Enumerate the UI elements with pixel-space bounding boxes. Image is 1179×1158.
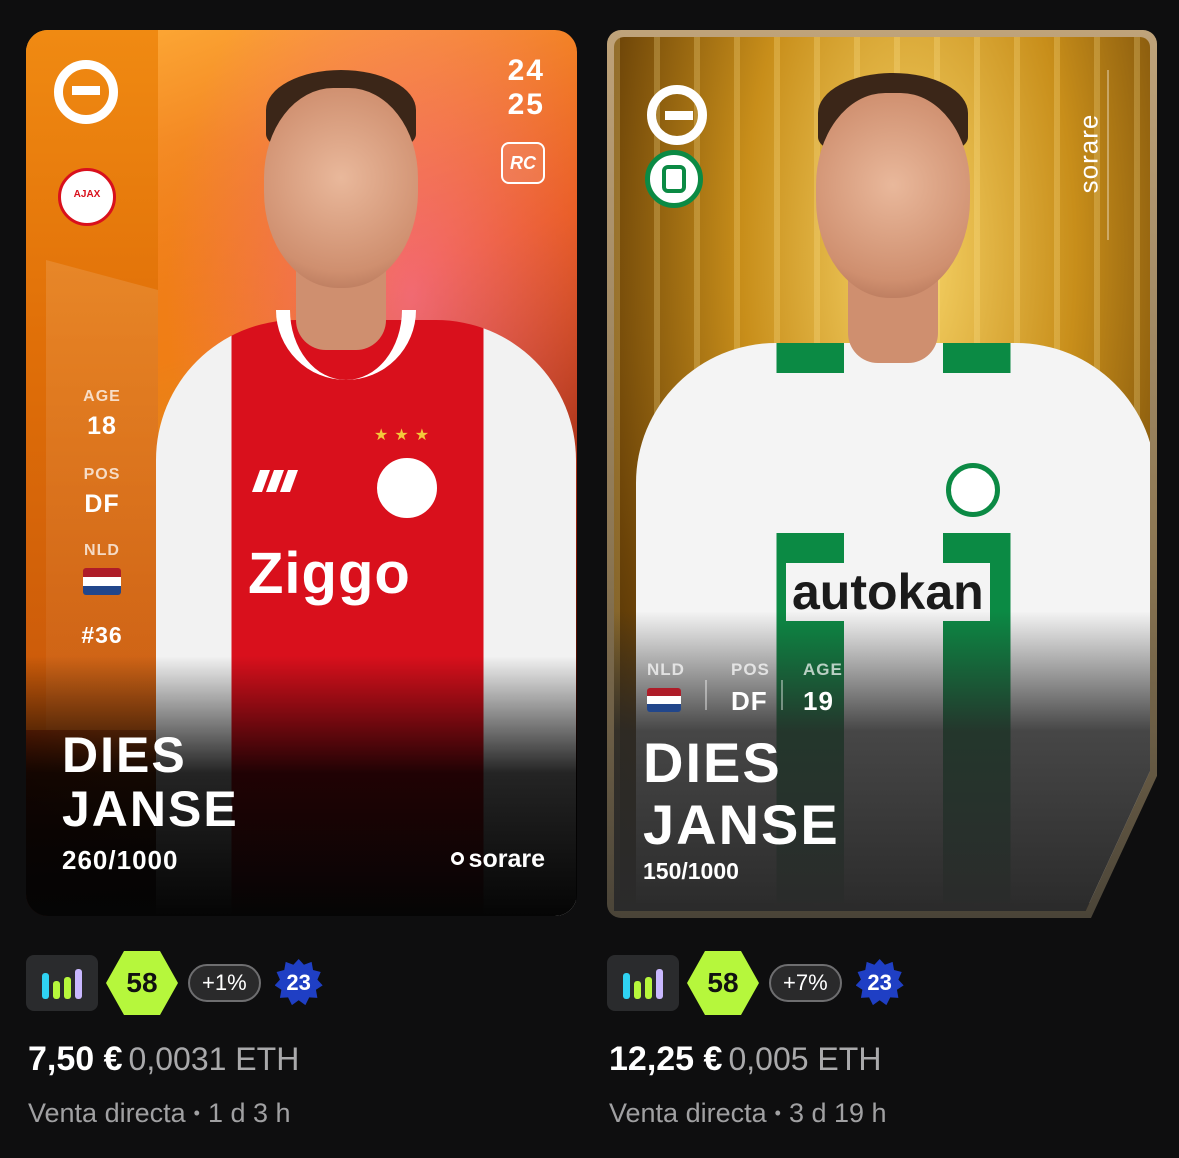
player-name: DIES JANSE bbox=[62, 730, 239, 838]
player-first-name: DIES bbox=[62, 727, 187, 783]
player-card[interactable]: autokan sorare NLD POS DF AGE 19 DIES JA… bbox=[607, 30, 1157, 918]
position-stat: POS DF bbox=[26, 466, 178, 519]
score-badge: 58 bbox=[687, 951, 759, 1015]
ajax-crest-icon bbox=[374, 455, 440, 521]
price-eur: 7,50 € bbox=[28, 1040, 123, 1078]
card-serial: 150/1000 bbox=[643, 858, 739, 884]
jersey-sponsor: Ziggo bbox=[248, 541, 411, 606]
position-value: DF bbox=[731, 686, 768, 716]
time-left: 3 d 19 h bbox=[788, 1098, 887, 1128]
age-label: AGE bbox=[83, 388, 121, 405]
club-badge-text: AJAX bbox=[73, 189, 101, 200]
performance-bars-icon[interactable] bbox=[26, 955, 98, 1011]
shirt-number-value: #36 bbox=[81, 622, 123, 648]
level-badge-icon: 23 bbox=[856, 959, 904, 1007]
card-serial: 260/1000 bbox=[62, 845, 179, 875]
season-top: 24 bbox=[507, 54, 545, 87]
price: 7,50 €0,0031 ETH bbox=[28, 1040, 299, 1079]
time-left: 1 d 3 h bbox=[207, 1098, 291, 1128]
netherlands-flag-icon bbox=[647, 688, 681, 712]
position-label: POS bbox=[731, 660, 770, 679]
performance-bars-icon[interactable] bbox=[607, 955, 679, 1011]
sale-type: Venta directa bbox=[609, 1098, 767, 1128]
price-eur: 12,25 € bbox=[609, 1040, 723, 1078]
club-badge-icon: AJAX bbox=[58, 168, 116, 226]
sale-info: Venta directa • 3 d 19 h bbox=[609, 1098, 887, 1129]
player-last-name: JANSE bbox=[62, 781, 239, 837]
player-head bbox=[816, 93, 970, 298]
sorare-brand-text: sorare bbox=[468, 845, 545, 873]
level-value: 23 bbox=[867, 970, 892, 995]
club-badge-icon bbox=[645, 150, 703, 208]
level-badge-icon: 23 bbox=[275, 959, 323, 1007]
nationality-stat: NLD bbox=[647, 660, 685, 717]
score-delta: +7% bbox=[769, 964, 842, 1002]
stat-divider bbox=[705, 680, 707, 710]
listing-card-1[interactable]: ★★★ Ziggo AJAX 24 25 RC AGE 18 POS DF NL… bbox=[26, 0, 586, 1158]
jersey-top bbox=[706, 373, 1086, 533]
season: 24 25 bbox=[508, 54, 545, 122]
listing-card-2[interactable]: autokan sorare NLD POS DF AGE 19 DIES JA… bbox=[607, 0, 1167, 1158]
card-badges: 58 +1% 23 bbox=[26, 951, 323, 1015]
sorare-logo-icon bbox=[450, 851, 464, 865]
card-badges: 58 +7% 23 bbox=[607, 951, 904, 1015]
nationality-label: NLD bbox=[647, 660, 685, 679]
season-bottom: 25 bbox=[507, 88, 545, 121]
score-badge: 58 bbox=[106, 951, 178, 1015]
age-value: 18 bbox=[87, 412, 117, 440]
rookie-badge: RC bbox=[501, 142, 545, 184]
nationality-label: NLD bbox=[84, 542, 120, 559]
eredivisie-logo-icon bbox=[647, 85, 707, 145]
price: 12,25 €0,005 ETH bbox=[609, 1040, 881, 1079]
player-card[interactable]: ★★★ Ziggo AJAX 24 25 RC AGE 18 POS DF NL… bbox=[26, 30, 577, 916]
adidas-stripes-icon bbox=[251, 470, 302, 500]
netherlands-flag-icon bbox=[83, 568, 121, 595]
level-value: 23 bbox=[286, 970, 311, 995]
position-stat: POS DF bbox=[731, 660, 770, 717]
stat-divider bbox=[781, 680, 783, 710]
age-stat: AGE 19 bbox=[803, 660, 843, 717]
sale-info: Venta directa • 1 d 3 h bbox=[28, 1098, 291, 1129]
price-eth: 0,005 ETH bbox=[728, 1041, 882, 1077]
stars-icon: ★★★ bbox=[374, 427, 436, 444]
player-name: DIES JANSE bbox=[643, 735, 840, 859]
sorare-brand-text: sorare bbox=[1073, 113, 1104, 194]
score-delta: +1% bbox=[188, 964, 261, 1002]
eredivisie-logo-icon bbox=[54, 60, 118, 124]
player-head bbox=[264, 88, 418, 288]
sorare-logo: sorare bbox=[450, 845, 545, 874]
player-first-name: DIES bbox=[643, 731, 782, 794]
age-value: 19 bbox=[803, 686, 834, 716]
position-value: DF bbox=[84, 490, 120, 518]
sale-type: Venta directa bbox=[28, 1098, 186, 1128]
nationality-stat: NLD bbox=[26, 542, 178, 600]
price-eth: 0,0031 ETH bbox=[128, 1041, 300, 1077]
age-stat: AGE 18 bbox=[26, 388, 178, 441]
sorare-logo-vertical: sorare bbox=[1073, 70, 1149, 240]
separator-dot: • bbox=[774, 1103, 781, 1123]
shirt-number: #36 bbox=[26, 622, 178, 649]
separator-dot: • bbox=[193, 1103, 200, 1123]
player-last-name: JANSE bbox=[643, 793, 840, 856]
position-label: POS bbox=[83, 466, 121, 483]
groningen-crest-icon bbox=[946, 463, 1000, 517]
age-label: AGE bbox=[803, 660, 843, 679]
